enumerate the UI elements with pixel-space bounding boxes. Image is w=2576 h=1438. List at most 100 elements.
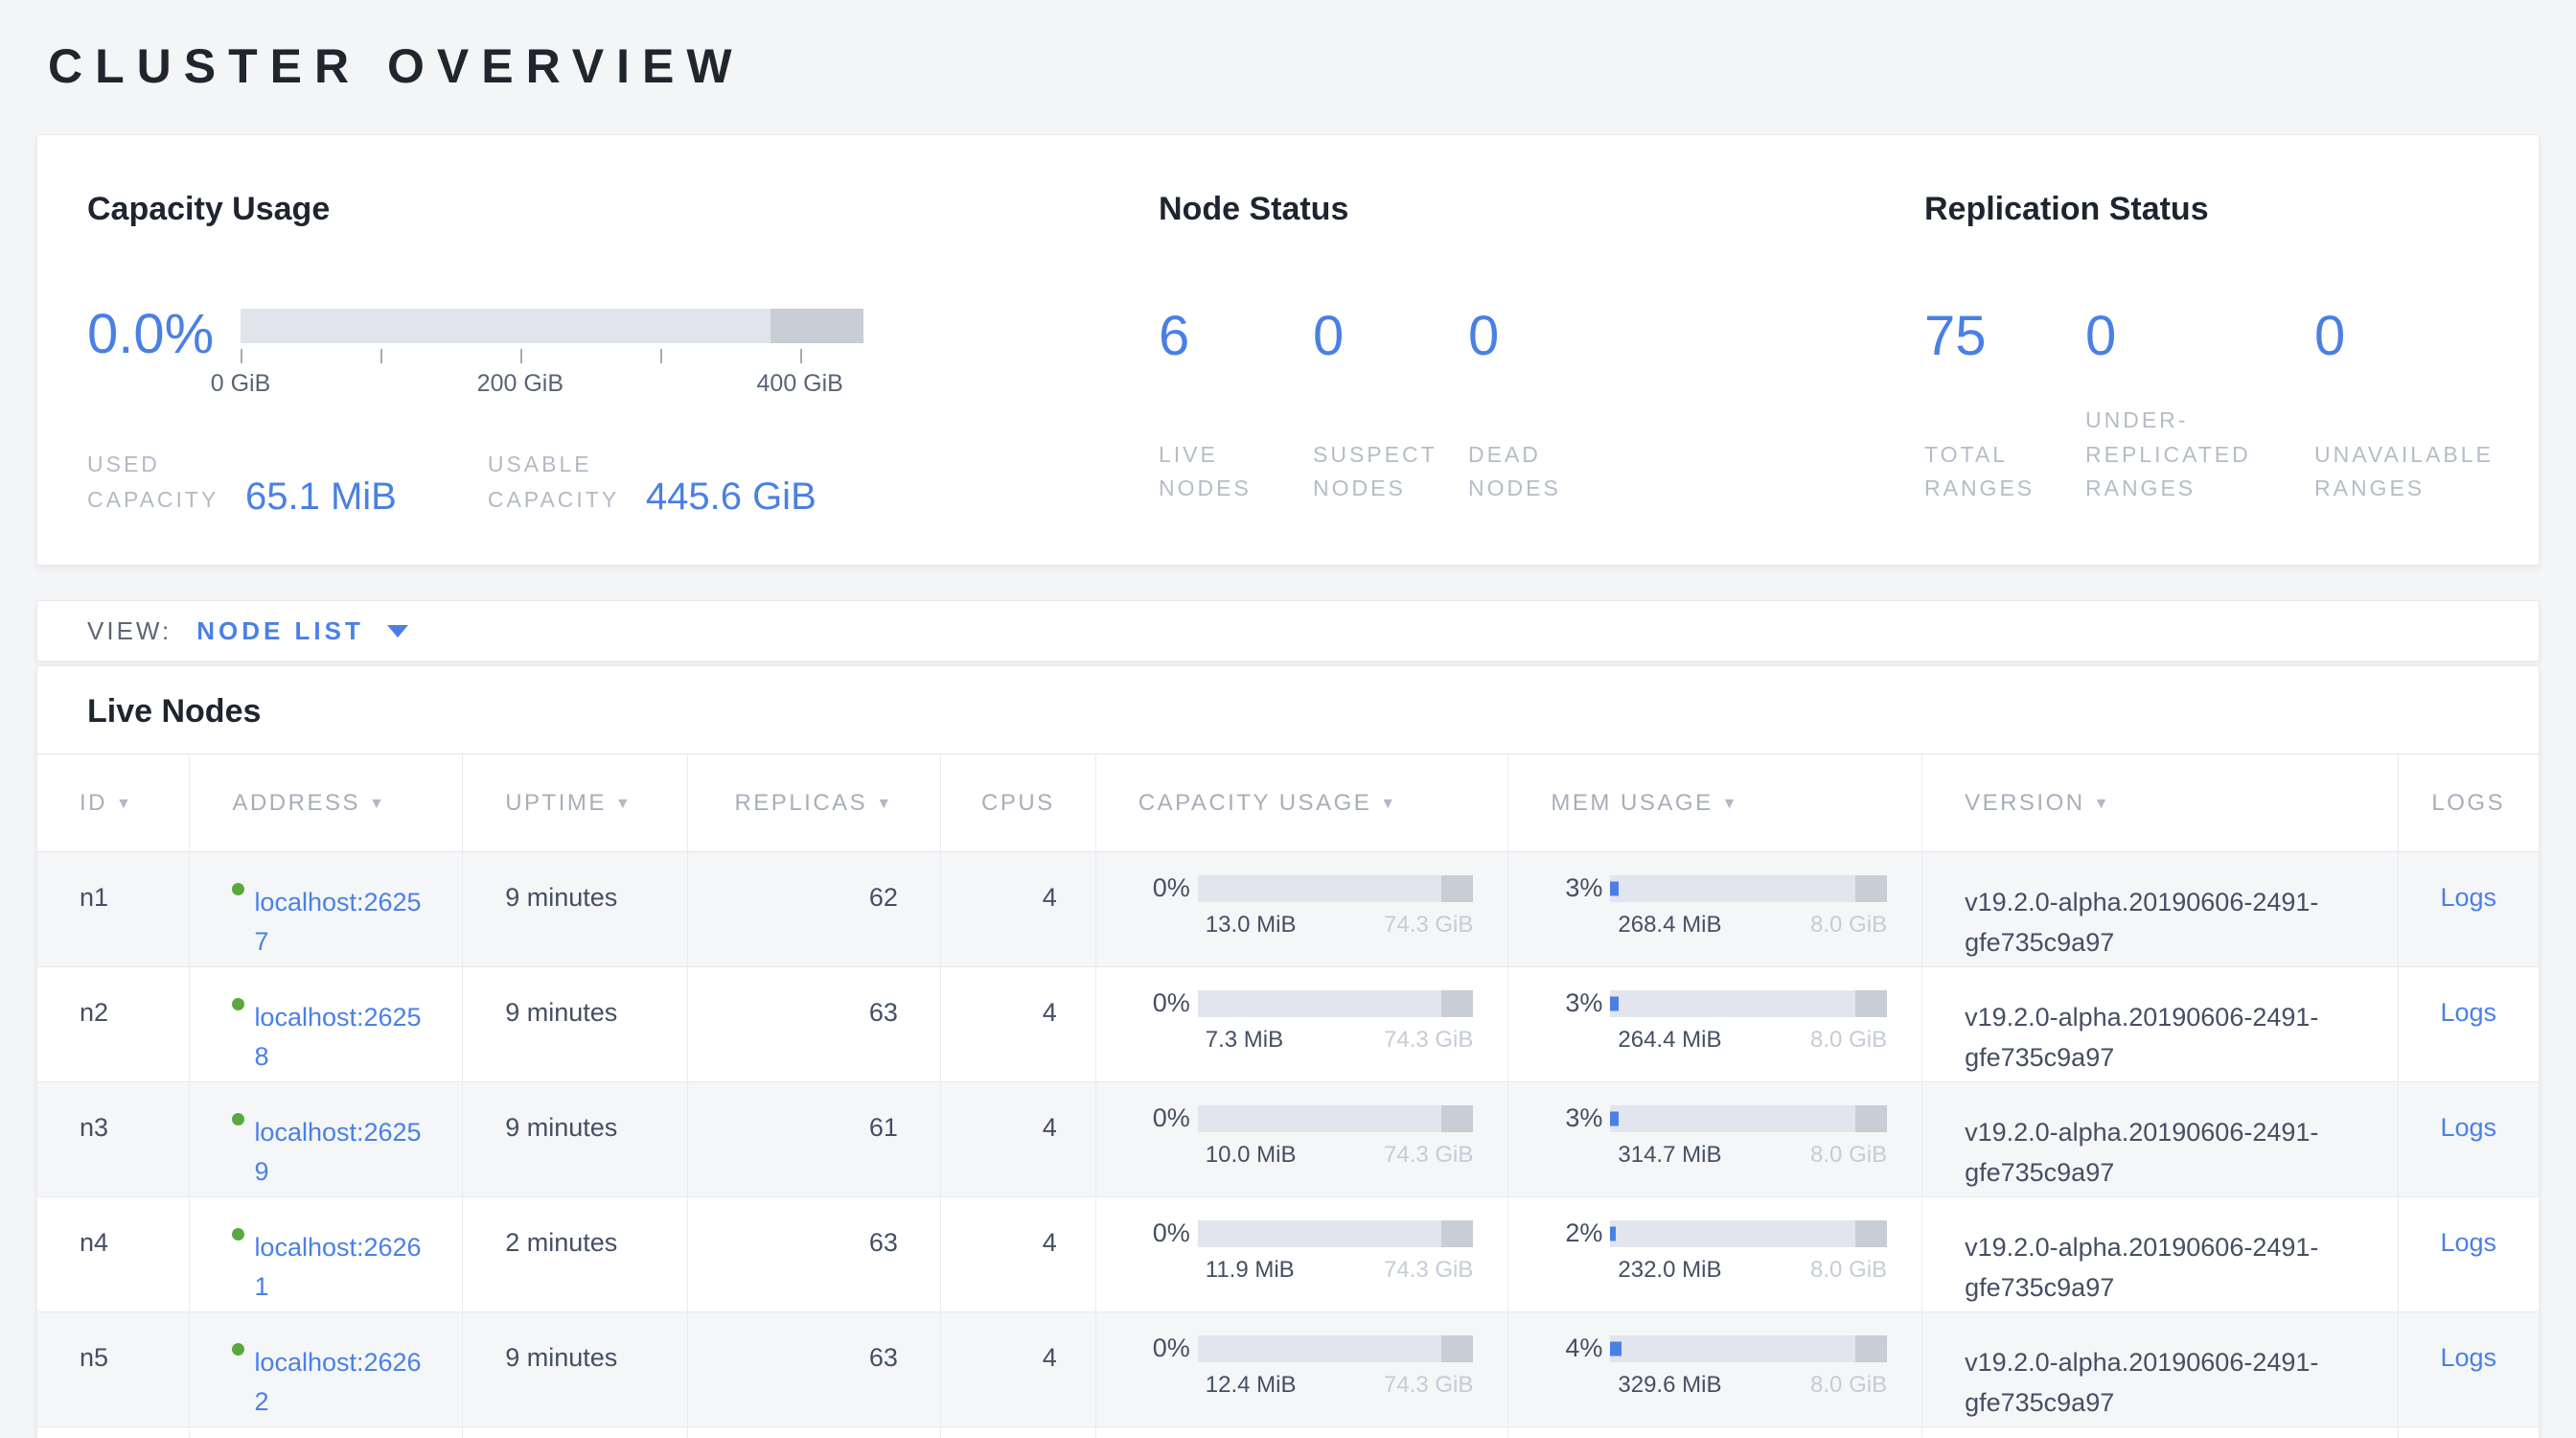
live-nodes-card: Live Nodes ID▼ ADDRESS▼ UPTIME▼ REPLICAS… bbox=[36, 665, 2540, 1438]
capacity-bar-endcap bbox=[1441, 1220, 1473, 1247]
capacity-usage-bar bbox=[1198, 875, 1474, 902]
node-address-link[interactable]: localhost:26262 bbox=[254, 1343, 432, 1421]
mem-bar-fill bbox=[1610, 1341, 1622, 1356]
sort-icon: ▼ bbox=[615, 796, 632, 812]
mem-percent-label: 3% bbox=[1545, 1103, 1610, 1133]
column-header-uptime[interactable]: UPTIME▼ bbox=[463, 754, 688, 852]
mem-bar-endcap bbox=[1855, 875, 1887, 902]
column-header-id[interactable]: ID▼ bbox=[37, 754, 190, 852]
logs-link[interactable]: Logs bbox=[2440, 1228, 2496, 1257]
node-uptime: 2 minutes bbox=[463, 1197, 688, 1312]
mem-used-value: 314.7 MiB bbox=[1618, 1142, 1721, 1169]
replication-status-title: Replication Status bbox=[1924, 191, 2516, 228]
sort-icon: ▼ bbox=[116, 796, 133, 812]
logs-link[interactable]: Logs bbox=[2440, 883, 2496, 912]
column-header-replicas[interactable]: REPLICAS▼ bbox=[688, 754, 941, 852]
mem-total-value: 8.0 GiB bbox=[1810, 1372, 1887, 1399]
node-uptime: 9 minutes bbox=[463, 1082, 688, 1197]
mem-total-value: 8.0 GiB bbox=[1810, 1142, 1887, 1169]
node-uptime: 9 minutes bbox=[463, 1312, 688, 1427]
mem-bar-fill bbox=[1610, 1111, 1619, 1125]
used-capacity-label: USED CAPACITY bbox=[87, 447, 245, 518]
node-version: v19.2.0-alpha.20190606-2491-gfe735c9a97 bbox=[1922, 1082, 2398, 1197]
node-mem-usage-cell: 3% 264.4 MiB 8.0 GiB bbox=[1508, 967, 1922, 1082]
capacity-total-value: 74.3 GiB bbox=[1384, 1142, 1473, 1169]
column-header-mem-usage[interactable]: MEM USAGE▼ bbox=[1508, 754, 1922, 852]
node-version: v19.2.0-alpha.20190606-2491-gfe735c9a97 bbox=[1922, 967, 2398, 1082]
node-uptime: 9 minutes bbox=[463, 852, 688, 967]
capacity-bar-endcap bbox=[1441, 875, 1473, 902]
column-header-cpus[interactable]: CPUS bbox=[940, 754, 1095, 852]
node-cpus: 4 bbox=[940, 967, 1095, 1082]
node-version: v19.2.0-alpha.20190606-2491-gfe735c9a97 bbox=[1922, 1197, 2398, 1312]
axis-tick bbox=[660, 349, 662, 363]
logs-link[interactable]: Logs bbox=[2440, 1343, 2496, 1372]
mem-usage-bar bbox=[1610, 1335, 1887, 1362]
view-dropdown[interactable]: NODE LIST bbox=[196, 616, 364, 646]
used-capacity-stat: USED CAPACITY 65.1 MiB bbox=[87, 447, 397, 518]
node-uptime: 9 minutes bbox=[463, 967, 688, 1082]
capacity-used-value: 13.0 MiB bbox=[1206, 912, 1297, 939]
capacity-usage-bar bbox=[1198, 1335, 1474, 1362]
logs-link[interactable]: Logs bbox=[2440, 1113, 2496, 1142]
capacity-usage-bar bbox=[1198, 990, 1474, 1017]
capacity-total-value: 74.3 GiB bbox=[1384, 1372, 1473, 1399]
node-mem-usage-cell: 3% 314.7 MiB 8.0 GiB bbox=[1508, 1082, 1922, 1197]
live-status-icon bbox=[232, 883, 244, 895]
usable-capacity-label: USABLE CAPACITY bbox=[488, 447, 646, 518]
node-status-title: Node Status bbox=[1159, 191, 1612, 228]
view-bar: VIEW: NODE LIST bbox=[36, 600, 2540, 661]
node-replicas: 62 bbox=[688, 852, 941, 967]
cluster-overview-page: CLUSTER OVERVIEW Capacity Usage 0.0% bbox=[0, 0, 2576, 1438]
mem-usage-bar bbox=[1610, 990, 1887, 1017]
sort-icon: ▼ bbox=[2094, 796, 2111, 812]
table-row: n2 localhost:26258 9 minutes 63 4 0% 7.3… bbox=[37, 967, 2539, 1082]
node-replicas: 61 bbox=[688, 1082, 941, 1197]
dead-nodes-count: 0 bbox=[1468, 309, 1612, 364]
column-header-capacity-usage[interactable]: CAPACITY USAGE▼ bbox=[1095, 754, 1508, 852]
capacity-bar-usable-segment bbox=[241, 309, 770, 343]
capacity-total-value: 74.3 GiB bbox=[1384, 912, 1473, 939]
under-replicated-label: UNDER-REPLICATED RANGES bbox=[2085, 404, 2282, 506]
table-row-partial bbox=[37, 1427, 2539, 1438]
live-status-icon bbox=[232, 998, 244, 1010]
node-address-link[interactable]: localhost:26261 bbox=[254, 1228, 432, 1306]
node-address-cell: localhost:26257 bbox=[190, 852, 463, 967]
logs-link[interactable]: Logs bbox=[2440, 998, 2496, 1027]
live-status-icon bbox=[232, 1343, 244, 1356]
capacity-usage-section: Capacity Usage 0.0% 0 GiB 20 bbox=[87, 191, 1055, 518]
node-capacity-usage-cell: 0% 7.3 MiB 74.3 GiB bbox=[1095, 967, 1508, 1082]
under-replicated-stat: 0 UNDER-REPLICATED RANGES bbox=[2085, 309, 2314, 506]
capacity-bar-endcap bbox=[1441, 990, 1473, 1017]
mem-bar-endcap bbox=[1855, 1105, 1887, 1132]
node-address-link[interactable]: localhost:26258 bbox=[254, 998, 432, 1076]
node-logs-cell: Logs bbox=[2398, 1197, 2539, 1312]
under-replicated-count: 0 bbox=[2085, 309, 2314, 364]
live-nodes-table: ID▼ ADDRESS▼ UPTIME▼ REPLICAS▼ CPUS CAPA… bbox=[37, 754, 2539, 1438]
capacity-usage-title: Capacity Usage bbox=[87, 191, 1055, 228]
mem-used-value: 268.4 MiB bbox=[1618, 912, 1721, 939]
node-version: v19.2.0-alpha.20190606-2491-gfe735c9a97 bbox=[1922, 1312, 2398, 1427]
column-header-address[interactable]: ADDRESS▼ bbox=[190, 754, 463, 852]
mem-used-value: 264.4 MiB bbox=[1618, 1027, 1721, 1054]
summary-card: Capacity Usage 0.0% 0 GiB 20 bbox=[36, 134, 2540, 566]
total-ranges-label: TOTAL RANGES bbox=[1924, 438, 2049, 506]
node-replicas: 63 bbox=[688, 967, 941, 1082]
node-address-link[interactable]: localhost:26257 bbox=[254, 883, 432, 961]
axis-tick bbox=[520, 349, 522, 363]
capacity-total-value: 74.3 GiB bbox=[1384, 1027, 1473, 1054]
capacity-usage-bar bbox=[1198, 1220, 1474, 1247]
replication-stats: 75 TOTAL RANGES 0 UNDER-REPLICATED RANGE… bbox=[1924, 309, 2516, 506]
column-header-version[interactable]: VERSION▼ bbox=[1922, 754, 2398, 852]
node-status-stats: 6 LIVE NODES 0 SUSPECT NODES 0 DEAD NODE… bbox=[1159, 309, 1612, 506]
live-nodes-stat: 6 LIVE NODES bbox=[1159, 309, 1313, 506]
capacity-percent-label: 0% bbox=[1133, 873, 1198, 903]
node-logs-cell: Logs bbox=[2398, 967, 2539, 1082]
node-address-cell: localhost:26262 bbox=[190, 1312, 463, 1427]
node-address-link[interactable]: localhost:26259 bbox=[254, 1113, 432, 1191]
capacity-percent-label: 0% bbox=[1133, 1334, 1198, 1363]
mem-usage-bar bbox=[1610, 1220, 1887, 1247]
capacity-bar bbox=[241, 309, 863, 343]
capacity-chart: 0.0% 0 GiB 200 GiB 400 GiB bbox=[87, 309, 1055, 403]
chevron-down-icon[interactable] bbox=[387, 625, 408, 638]
